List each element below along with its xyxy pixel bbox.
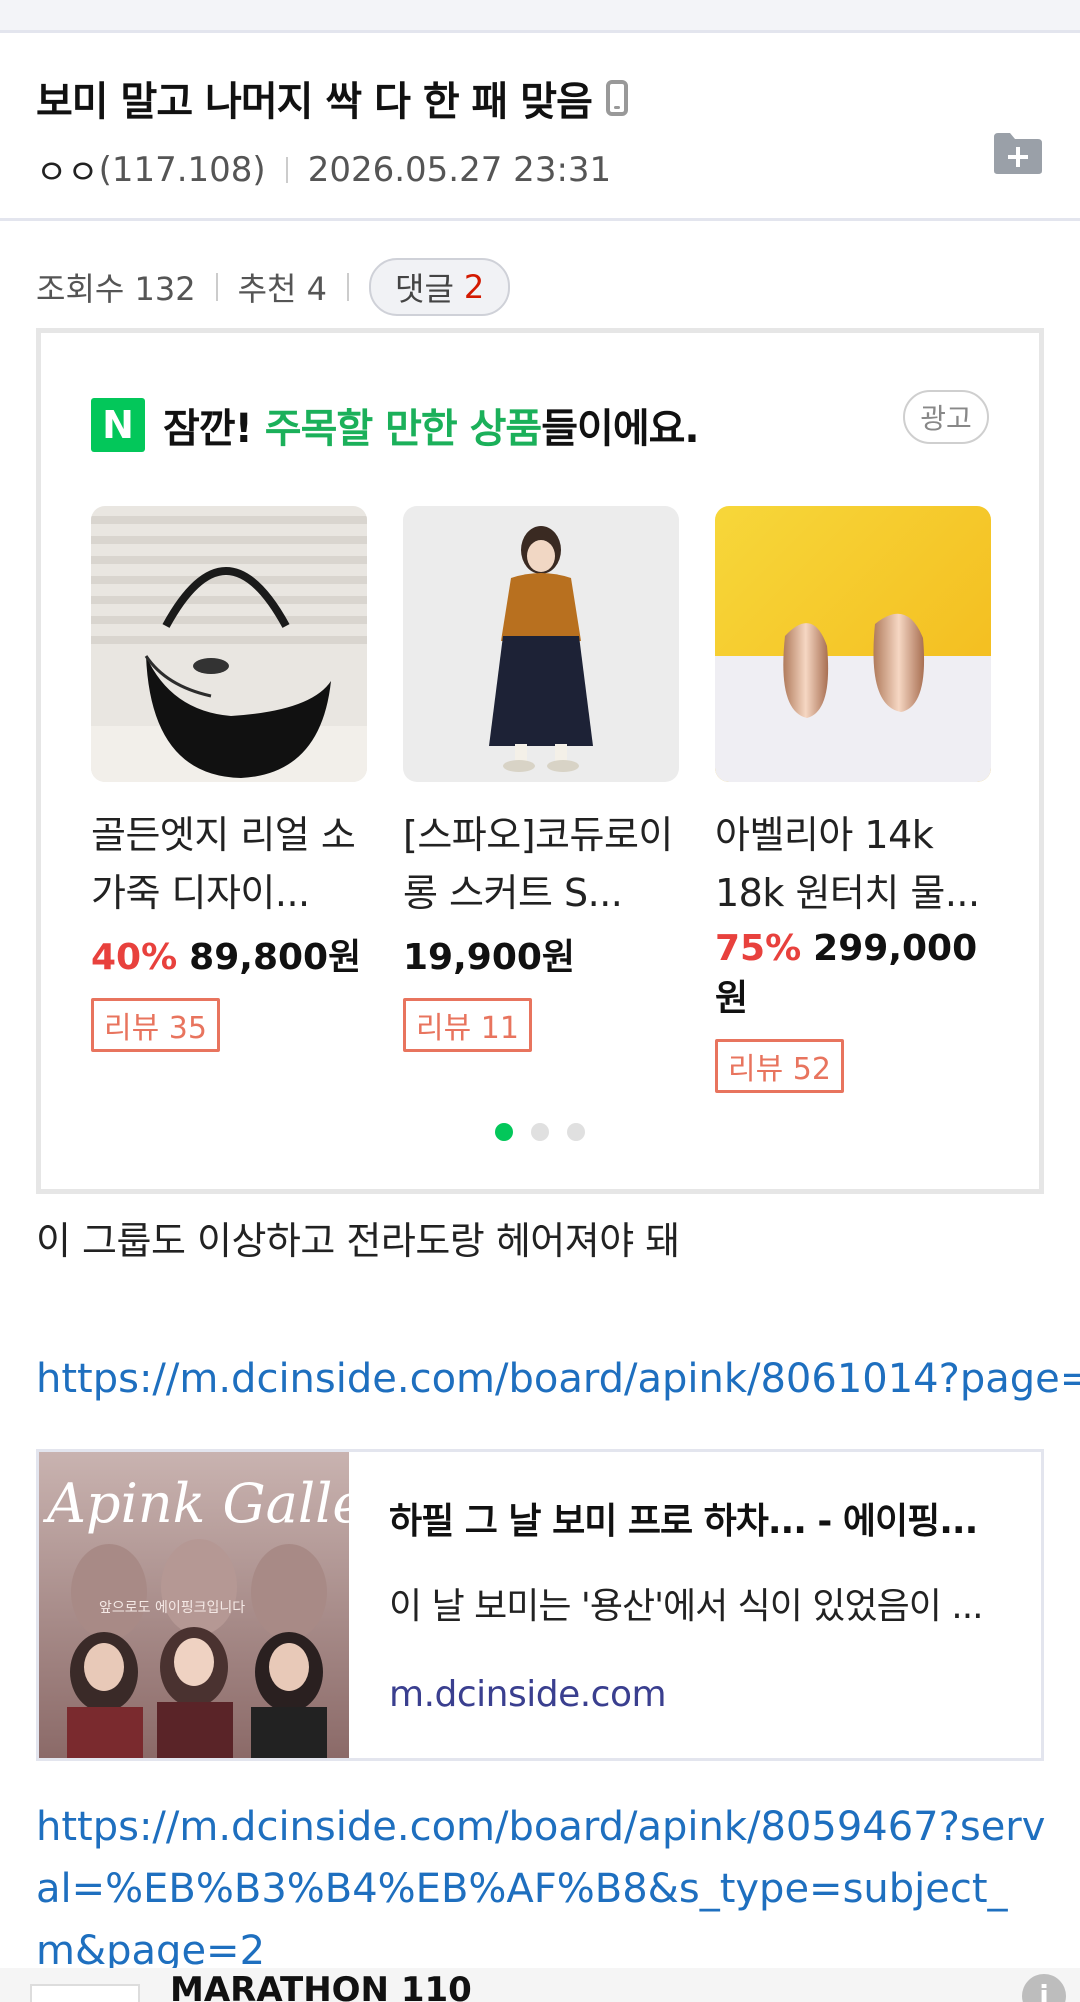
divider (347, 273, 349, 301)
review-badge: 리뷰 35 (91, 998, 220, 1052)
author-nickname[interactable]: ㅇㅇ (36, 145, 99, 194)
product-image-skirt[interactable] (403, 506, 679, 782)
divider (215, 273, 218, 301)
product-card[interactable]: 골든엣지 리얼 소가죽 디자이... 40% 89,800원 리뷰 35 (91, 506, 367, 1052)
product-image-earrings[interactable] (715, 506, 991, 782)
view-count: 조회수 132 (36, 270, 196, 308)
bottom-banner-ad[interactable]: MARATHON 110 i (0, 1968, 1080, 2002)
author-ip: (117.108) (98, 149, 266, 190)
naver-logo-icon: N (91, 398, 145, 452)
post-stats: 조회수 132 추천 4 댓글 2 (36, 258, 511, 316)
post-header: 보미 말고 나머지 싹 다 한 패 맞음 ㅇㅇ (117.108) 2026.0… (0, 33, 1080, 221)
post-title-text: 보미 말고 나머지 싹 다 한 패 맞음 (36, 79, 593, 125)
product-card[interactable]: [스파오]코듀로이 롱 스커트 S... 19,900원 리뷰 11 (403, 506, 679, 1052)
product-name[interactable]: [스파오]코듀로이 롱 스커트 S... (403, 806, 679, 922)
ad-headline-post: 들이에요. (541, 406, 699, 452)
recommend-count: 추천 4 (237, 270, 327, 308)
folder-add-icon[interactable] (992, 131, 1044, 175)
post-meta: ㅇㅇ (117.108) 2026.05.27 23:31 (36, 145, 611, 194)
pagination-dot-active[interactable] (495, 1123, 513, 1141)
top-strip (0, 0, 1080, 33)
preview-title[interactable]: 하필 그 날 보미 프로 하차... - 에이핑... (389, 1492, 1009, 1544)
review-badge: 리뷰 11 (403, 998, 532, 1052)
comment-count: 2 (463, 268, 485, 306)
banner-thumbnail (30, 1984, 140, 2002)
carousel-pagination (41, 1123, 1039, 1141)
ad-headline-highlight: 주목할 만한 상품 (264, 406, 542, 452)
mobile-icon (605, 80, 628, 116)
preview-image-caption: 앞으로도 에이핑크입니다 (99, 1600, 245, 1616)
post-link[interactable]: https://m.dcinside.com/board/apink/80594… (36, 1796, 1046, 1968)
preview-domain: m.dcinside.com (389, 1674, 667, 1715)
link-preview-card[interactable]: Apink Gallery 앞으로도 에이핑크입니다 하필 그 날 보미 프로 … (36, 1449, 1044, 1761)
pagination-dot[interactable] (531, 1123, 549, 1141)
banner-label[interactable]: MARATHON 110 (170, 1970, 472, 2002)
post-link[interactable]: https://m.dcinside.com/board/apink/80610… (36, 1356, 1080, 1402)
product-price: 19,900원 (403, 937, 576, 978)
ad-headline-pre: 잠깐! (163, 406, 265, 452)
preview-thumbnail[interactable]: Apink Gallery 앞으로도 에이핑크입니다 (39, 1452, 349, 1758)
product-discount: 75% (715, 928, 802, 969)
product-name[interactable]: 아벨리아 14k 18k 원터치 물... (715, 806, 991, 922)
comment-label: 댓글 (395, 270, 454, 308)
info-icon[interactable]: i (1022, 1974, 1066, 2002)
product-price-row: 75% 299,000원 (715, 928, 991, 1021)
ad-headline: 잠깐! 주목할 만한 상품들이에요. (163, 396, 700, 454)
shopping-ad: N 잠깐! 주목할 만한 상품들이에요. 광고 골든엣지 리얼 소가죽 디자이.… (36, 328, 1044, 1194)
pagination-dot[interactable] (567, 1123, 585, 1141)
product-price: 89,800원 (189, 937, 362, 978)
ad-badge[interactable]: 광고 (903, 390, 989, 444)
product-image-handbag[interactable] (91, 506, 367, 782)
divider (285, 156, 288, 183)
product-price-row: 40% 89,800원 (91, 928, 367, 980)
preview-image-title: Apink Gallery (42, 1472, 349, 1535)
product-name[interactable]: 골든엣지 리얼 소가죽 디자이... (91, 806, 367, 922)
comment-button[interactable]: 댓글 2 (369, 258, 511, 316)
post-title: 보미 말고 나머지 싹 다 한 패 맞음 (36, 69, 628, 127)
product-card[interactable]: 아벨리아 14k 18k 원터치 물... 75% 299,000원 리뷰 52 (715, 506, 991, 1093)
post-datetime: 2026.05.27 23:31 (307, 149, 612, 190)
preview-description: 이 날 보미는 '용산'에서 식이 있었음이 ... (389, 1586, 984, 1627)
post-body-text: 이 그룹도 이상하고 전라도랑 헤어져야 돼 (36, 1219, 680, 1263)
review-badge: 리뷰 52 (715, 1039, 844, 1093)
product-discount: 40% (91, 937, 178, 978)
product-price-row: 19,900원 (403, 928, 679, 980)
